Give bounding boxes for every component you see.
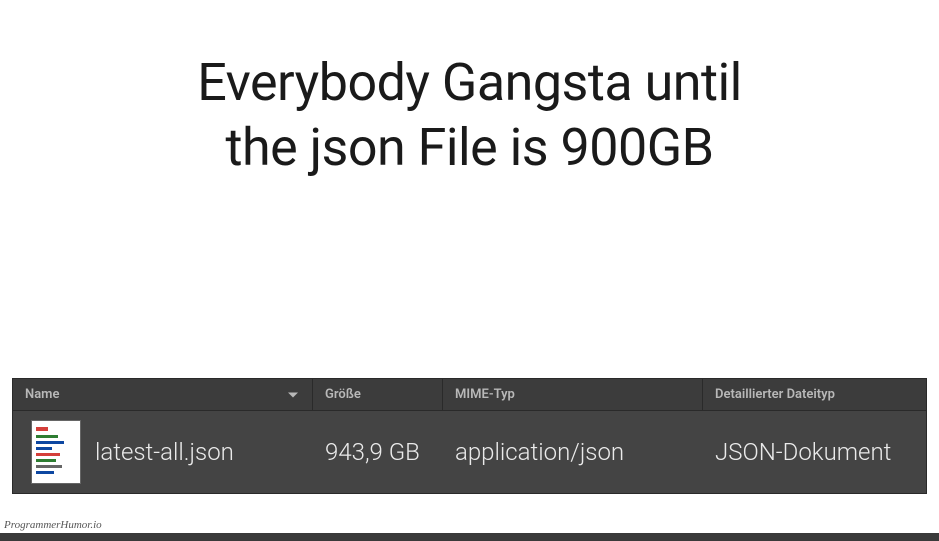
column-header-row: Name Größe MIME-Typ Detaillierter Dateit… <box>13 379 926 411</box>
file-name-cell: latest-all.json <box>13 411 313 493</box>
column-header-size-label: Größe <box>325 387 361 402</box>
file-detail-text: JSON-Dokument <box>715 438 891 466</box>
file-size-cell: 943,9 GB <box>313 411 443 493</box>
column-header-detail[interactable]: Detaillierter Dateityp <box>703 379 926 410</box>
file-mime-cell: application/json <box>443 411 703 493</box>
file-detail-cell: JSON-Dokument <box>703 411 926 493</box>
file-thumbnail-icon <box>31 420 81 484</box>
file-mime-text: application/json <box>455 438 624 466</box>
file-row[interactable]: latest-all.json 943,9 GB application/jso… <box>13 411 926 493</box>
column-header-name[interactable]: Name <box>13 379 313 410</box>
caption-line-1: Everybody Gangsta until <box>197 52 742 113</box>
file-name-text: latest-all.json <box>95 438 234 466</box>
column-header-size[interactable]: Größe <box>313 379 443 410</box>
column-header-mime[interactable]: MIME-Typ <box>443 379 703 410</box>
meme-caption: Everybody Gangsta until the json File is… <box>0 0 939 180</box>
caption-line-2: the json File is 900GB <box>225 117 713 178</box>
column-header-mime-label: MIME-Typ <box>455 387 515 402</box>
column-header-name-label: Name <box>25 387 59 402</box>
bottom-bar <box>0 533 939 541</box>
column-header-detail-label: Detaillierter Dateityp <box>715 387 835 402</box>
file-list-panel: Name Größe MIME-Typ Detaillierter Dateit… <box>12 378 927 494</box>
watermark-text: ProgrammerHumor.io <box>4 519 102 531</box>
file-size-text: 943,9 GB <box>325 438 420 466</box>
sort-descending-icon <box>288 392 298 397</box>
